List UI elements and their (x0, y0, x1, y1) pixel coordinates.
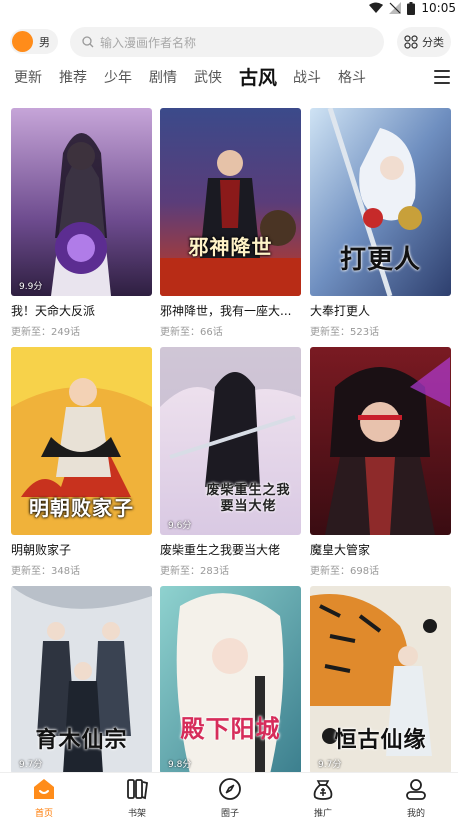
gender-toggle[interactable]: 男 (10, 29, 58, 54)
nav-bookshelf[interactable]: 书架 (107, 777, 167, 819)
comic-score: 9.7分 (19, 760, 43, 770)
category-icon (404, 35, 418, 49)
comic-card[interactable]: 殿下阳城 9.8分 (160, 586, 301, 774)
comic-title: 明朝败家子 (11, 543, 72, 557)
comic-card[interactable]: 恒古仙缘 9.7分 (310, 586, 451, 774)
comic-update: 更新至：283话 (160, 566, 230, 577)
tab-battle[interactable]: 战斗 (293, 64, 321, 92)
bottom-nav: 首页 书架 圈子 推广 我的 (0, 772, 458, 820)
cover-title: 殿下阳城 (180, 714, 281, 743)
tab-wuxia[interactable]: 武侠 (194, 64, 222, 92)
nav-label: 我的 (406, 809, 425, 819)
comic-score: 9.9分 (19, 282, 43, 292)
menu-icon[interactable] (434, 70, 450, 84)
nav-circle[interactable]: 圈子 (200, 777, 260, 819)
battery-icon (407, 1, 416, 15)
comic-card[interactable]: 育木仙宗 9.7分 (11, 586, 152, 774)
comic-title: 邪神降世，我有一座大... (160, 304, 292, 318)
clock: 10:05 (421, 1, 456, 15)
comic-update: 更新至：249话 (11, 327, 81, 338)
comic-cover: 恒古仙缘 9.7分 (310, 586, 451, 774)
status-bar: 10:05 (0, 0, 458, 22)
category-label: 分类 (422, 36, 444, 49)
comic-cover: 废柴重生之我要当大佬 9.6分 (160, 347, 301, 535)
nav-home[interactable]: 首页 (14, 777, 74, 819)
nav-label: 首页 (34, 809, 53, 819)
nav-label: 圈子 (220, 809, 239, 819)
signal-icon (389, 2, 402, 14)
category-button[interactable]: 分类 (397, 27, 451, 57)
toggle-knob (12, 31, 33, 52)
cover-title: 育木仙宗 (35, 727, 128, 753)
tab-update[interactable]: 更新 (14, 64, 42, 92)
search-icon (82, 36, 94, 48)
comic-update: 更新至：66话 (160, 327, 223, 338)
comic-card[interactable]: 明朝败家子 明朝败家子 更新至：348话 (11, 347, 152, 577)
tab-recommend[interactable]: 推荐 (59, 64, 87, 92)
nav-profile[interactable]: 我的 (386, 777, 446, 819)
comic-update: 更新至：348话 (11, 566, 81, 577)
compass-icon (219, 778, 241, 800)
comic-cover: 育木仙宗 9.7分 (11, 586, 152, 774)
comic-card[interactable]: 魔皇大管家 更新至：698话 (310, 347, 451, 577)
tab-drama[interactable]: 剧情 (149, 64, 177, 92)
profile-icon (406, 779, 426, 800)
cover-title: 打更人 (339, 245, 421, 275)
comic-update: 更新至：523话 (310, 327, 380, 338)
comic-cover: 明朝败家子 (11, 347, 152, 535)
comic-card[interactable]: 9.9分 我！天命大反派 更新至：249话 (11, 108, 152, 338)
search-input[interactable]: 输入漫画作者名称 (70, 27, 384, 57)
comic-score: 9.7分 (318, 760, 342, 770)
tab-fighting[interactable]: 格斗 (338, 64, 366, 92)
gender-label: 男 (39, 35, 50, 49)
nav-promote[interactable]: 推广 (293, 777, 353, 819)
cover-title: 废柴重生之我要当大佬 (206, 483, 291, 514)
comic-title: 大奉打更人 (310, 304, 371, 318)
comic-cover: 殿下阳城 9.8分 (160, 586, 301, 774)
comic-title: 魔皇大管家 (310, 543, 371, 557)
comic-cover: 邪神降世 (160, 108, 301, 296)
comic-card[interactable]: 邪神降世 邪神降世，我有一座大... 更新至：66话 (160, 108, 301, 338)
nav-label: 书架 (127, 809, 146, 819)
comic-title: 废柴重生之我要当大佬 (160, 543, 281, 557)
promote-icon (313, 780, 333, 800)
genre-tabs: 更新 推荐 少年 剧情 武侠 古风 战斗 格斗 (0, 64, 458, 92)
search-placeholder: 输入漫画作者名称 (100, 35, 197, 50)
bookshelf-icon (127, 779, 148, 800)
wifi-icon (369, 2, 384, 13)
comic-score: 9.8分 (168, 760, 192, 770)
cover-title: 恒古仙缘 (334, 727, 427, 753)
comic-card[interactable]: 废柴重生之我要当大佬 9.6分 废柴重生之我要当大佬 更新至：283话 (160, 347, 301, 577)
cover-title: 邪神降世 (188, 235, 273, 259)
search-row: 男 输入漫画作者名称 分类 (0, 27, 458, 57)
comic-cover: 9.9分 (11, 108, 152, 296)
comic-update: 更新至：698话 (310, 566, 380, 577)
comic-cover: 打更人 (310, 108, 451, 296)
nav-label: 推广 (313, 809, 332, 819)
comic-cover (310, 347, 451, 535)
comic-score: 9.6分 (168, 521, 192, 531)
comic-title: 我！天命大反派 (11, 304, 96, 318)
cover-title: 明朝败家子 (29, 496, 134, 520)
tab-shounen[interactable]: 少年 (104, 64, 132, 92)
home-icon (34, 779, 54, 799)
comic-card[interactable]: 打更人 大奉打更人 更新至：523话 (310, 108, 451, 338)
tab-ancient-style[interactable]: 古风 (239, 64, 277, 92)
